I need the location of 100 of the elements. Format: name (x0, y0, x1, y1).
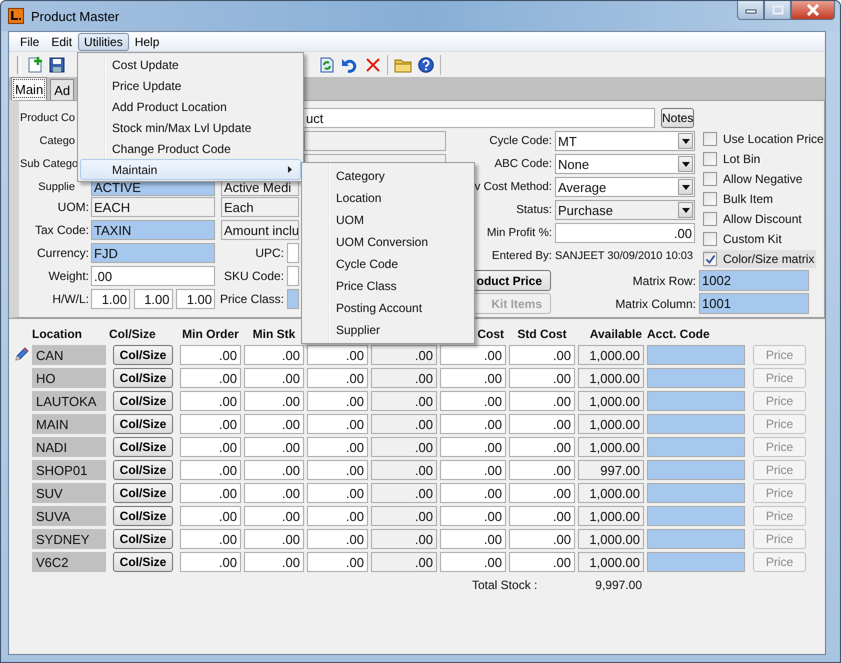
input-field[interactable]: .00 (180, 552, 241, 572)
input-field[interactable]: .00 (180, 506, 241, 526)
menu-bar-item[interactable]: File (14, 32, 46, 50)
input-field[interactable]: .00 (244, 460, 304, 480)
input-field[interactable]: .00 (440, 552, 506, 572)
input-field[interactable]: .00 (244, 552, 304, 572)
input-field[interactable]: .00 (307, 345, 368, 365)
checkbox[interactable] (703, 132, 717, 146)
input-field[interactable]: .00 (509, 368, 575, 388)
input-field[interactable]: .00 (307, 460, 368, 480)
input-field[interactable]: .00 (509, 414, 575, 434)
input-field[interactable]: .00 (180, 368, 241, 388)
input-field[interactable]: .00 (244, 345, 304, 365)
input-field[interactable]: .00 (180, 391, 241, 411)
input-field[interactable]: .00 (180, 529, 241, 549)
input-field[interactable]: .00 (509, 552, 575, 572)
folder-icon[interactable] (394, 56, 412, 72)
checkbox[interactable] (703, 232, 717, 246)
input-field[interactable]: .00 (555, 223, 695, 243)
col-size-button[interactable]: Col/Size (113, 483, 173, 503)
input-field[interactable]: .00 (307, 506, 368, 526)
lookup-field[interactable] (647, 483, 745, 503)
dropdown[interactable]: None (555, 154, 695, 174)
lookup-field[interactable] (647, 506, 745, 526)
input-field[interactable]: .00 (440, 460, 506, 480)
input-field[interactable]: .00 (307, 391, 368, 411)
lookup-field[interactable] (647, 391, 745, 411)
menu-item[interactable]: UOM (304, 209, 472, 231)
input-field[interactable]: .00 (307, 437, 368, 457)
new-document-icon[interactable] (27, 56, 43, 72)
menu-item[interactable]: Maintain (80, 159, 301, 180)
save-icon[interactable] (49, 56, 65, 72)
input-field[interactable]: .00 (307, 368, 368, 388)
col-size-button[interactable]: Col/Size (113, 391, 173, 411)
menu-item[interactable]: Cost Update (80, 54, 301, 75)
lookup-field[interactable] (647, 552, 745, 572)
minimize-button[interactable] (737, 1, 764, 20)
input-field[interactable]: .00 (180, 437, 241, 457)
checkbox[interactable] (703, 152, 717, 166)
input-field[interactable]: .00 (440, 414, 506, 434)
menu-item[interactable]: Location (304, 187, 472, 209)
input-field[interactable]: .00 (244, 529, 304, 549)
col-size-button[interactable]: Col/Size (113, 529, 173, 549)
col-size-button[interactable]: Col/Size (113, 460, 173, 480)
input-field[interactable]: .00 (180, 345, 241, 365)
maximize-button[interactable] (764, 1, 791, 20)
close-button[interactable] (791, 1, 835, 20)
readonly-field[interactable] (304, 131, 446, 151)
input-field[interactable]: .00 (440, 483, 506, 503)
input-field[interactable]: .00 (244, 437, 304, 457)
input-field[interactable]: .00 (440, 345, 506, 365)
input-field[interactable]: .00 (509, 437, 575, 457)
lookup-field[interactable] (287, 289, 299, 309)
input-field[interactable]: .00 (244, 483, 304, 503)
input-field[interactable]: 1.00 (134, 289, 172, 309)
checkbox[interactable] (703, 252, 717, 266)
input-field[interactable]: .00 (244, 391, 304, 411)
checkbox[interactable] (703, 172, 717, 186)
input-field[interactable]: .00 (180, 414, 241, 434)
input-field[interactable]: .00 (509, 506, 575, 526)
menu-bar-item[interactable]: Utilities (78, 32, 129, 50)
input-field[interactable]: .00 (307, 414, 368, 434)
lookup-field[interactable] (647, 368, 745, 388)
input-field[interactable]: .00 (307, 529, 368, 549)
input-field[interactable]: .00 (180, 483, 241, 503)
input-field[interactable]: .00 (440, 368, 506, 388)
input-field[interactable]: .00 (509, 391, 575, 411)
col-size-button[interactable]: Col/Size (113, 345, 173, 365)
input-field[interactable]: 1.00 (176, 289, 215, 309)
lookup-field[interactable]: 1002 (699, 270, 809, 291)
input-field[interactable]: .00 (307, 483, 368, 503)
lookup-field[interactable] (647, 414, 745, 434)
refresh-document-icon[interactable] (319, 56, 335, 72)
dropdown[interactable]: Average (555, 177, 695, 197)
menu-item[interactable]: Supplier (304, 319, 472, 341)
input-field[interactable]: .00 (244, 506, 304, 526)
lookup-field[interactable]: TAXIN (91, 220, 215, 240)
input-field[interactable]: .00 (509, 345, 575, 365)
input-field[interactable]: .00 (509, 529, 575, 549)
input-field[interactable]: .00 (307, 552, 368, 572)
menu-item[interactable]: Category (304, 165, 472, 187)
input-field[interactable]: 1.00 (91, 289, 130, 309)
menu-item[interactable]: UOM Conversion (304, 231, 472, 253)
help-icon[interactable] (418, 56, 434, 72)
input-field[interactable] (287, 266, 299, 286)
col-size-button[interactable]: Col/Size (113, 552, 173, 572)
input-field[interactable]: .00 (440, 437, 506, 457)
lookup-field[interactable] (647, 460, 745, 480)
tab[interactable]: Ad (50, 79, 74, 100)
undo-icon[interactable] (341, 56, 359, 72)
checkbox[interactable] (703, 212, 717, 226)
dropdown[interactable]: MT (555, 131, 695, 151)
tab[interactable]: Main (11, 77, 48, 100)
col-size-button[interactable]: Col/Size (113, 368, 173, 388)
lookup-field[interactable]: 1001 (699, 293, 809, 314)
input-field[interactable]: .00 (509, 483, 575, 503)
input-field[interactable]: .00 (91, 266, 215, 286)
notes-button[interactable]: Notes (661, 108, 694, 128)
readonly-field[interactable]: Each (221, 197, 299, 217)
col-size-button[interactable]: Col/Size (113, 414, 173, 434)
